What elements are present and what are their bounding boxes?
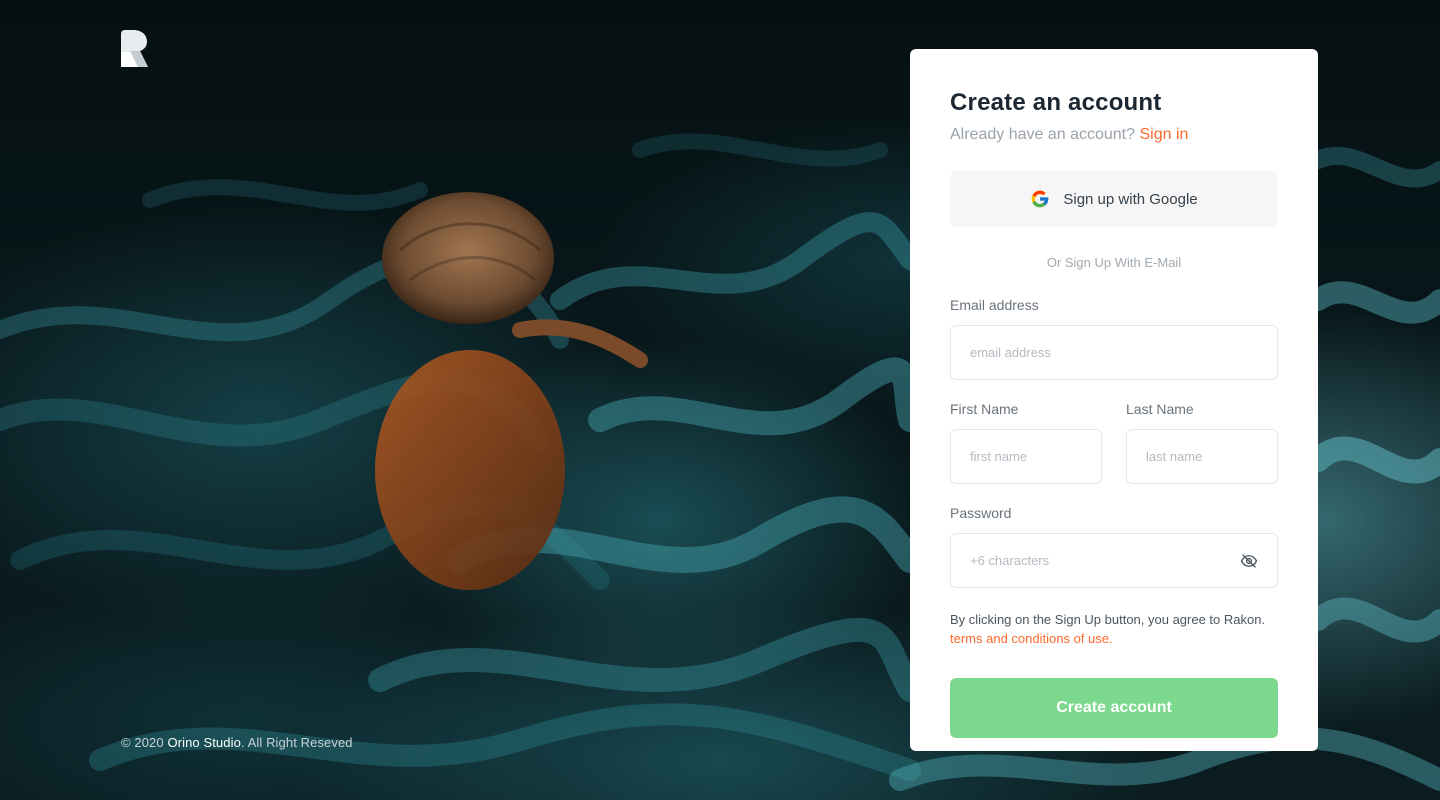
eye-off-icon[interactable]	[1240, 552, 1258, 570]
signin-prompt-text: Already have an account?	[950, 126, 1136, 143]
copyright-suffix: . All Right Reseved	[240, 735, 353, 750]
first-name-field-wrapper	[950, 429, 1102, 484]
name-row: First Name Last Name	[950, 380, 1278, 484]
password-field[interactable]	[970, 553, 1258, 568]
terms-link[interactable]: terms and conditions of use.	[950, 631, 1113, 646]
last-name-field-wrapper	[1126, 429, 1278, 484]
email-label: Email address	[950, 297, 1039, 313]
google-signup-button[interactable]: Sign up with Google	[950, 171, 1278, 227]
sign-in-link[interactable]: Sign in	[1139, 126, 1188, 143]
last-name-label: Last Name	[1126, 401, 1194, 417]
terms-text: By clicking on the Sign Up button, you a…	[950, 612, 1266, 627]
email-field[interactable]	[970, 345, 1258, 360]
last-name-group: Last Name	[1126, 380, 1278, 484]
rakon-logo-icon[interactable]	[121, 30, 149, 67]
email-divider: Or Sign Up With E-Mail	[1046, 255, 1182, 270]
first-name-label: First Name	[950, 401, 1019, 417]
signin-prompt: Already have an account? Sign in	[950, 126, 1278, 144]
password-label: Password	[950, 505, 1012, 521]
copyright-prefix: © 2020	[121, 735, 168, 750]
create-account-button[interactable]: Create account	[950, 678, 1278, 738]
last-name-field[interactable]	[1146, 449, 1258, 464]
google-signup-label: Sign up with Google	[1063, 190, 1198, 208]
email-field-wrapper	[950, 325, 1278, 380]
password-field-wrapper	[950, 533, 1278, 588]
copyright-footer: © 2020 Orino Studio. All Right Reseved	[121, 735, 353, 750]
first-name-group: First Name	[950, 380, 1102, 484]
page-title: Create an account	[950, 89, 1162, 116]
terms-notice: By clicking on the Sign Up button, you a…	[950, 610, 1278, 648]
first-name-field[interactable]	[970, 449, 1082, 464]
google-icon	[1032, 190, 1049, 208]
signup-card: Create an account Already have an accoun…	[910, 49, 1318, 751]
studio-name[interactable]: Orino Studio	[167, 735, 240, 750]
